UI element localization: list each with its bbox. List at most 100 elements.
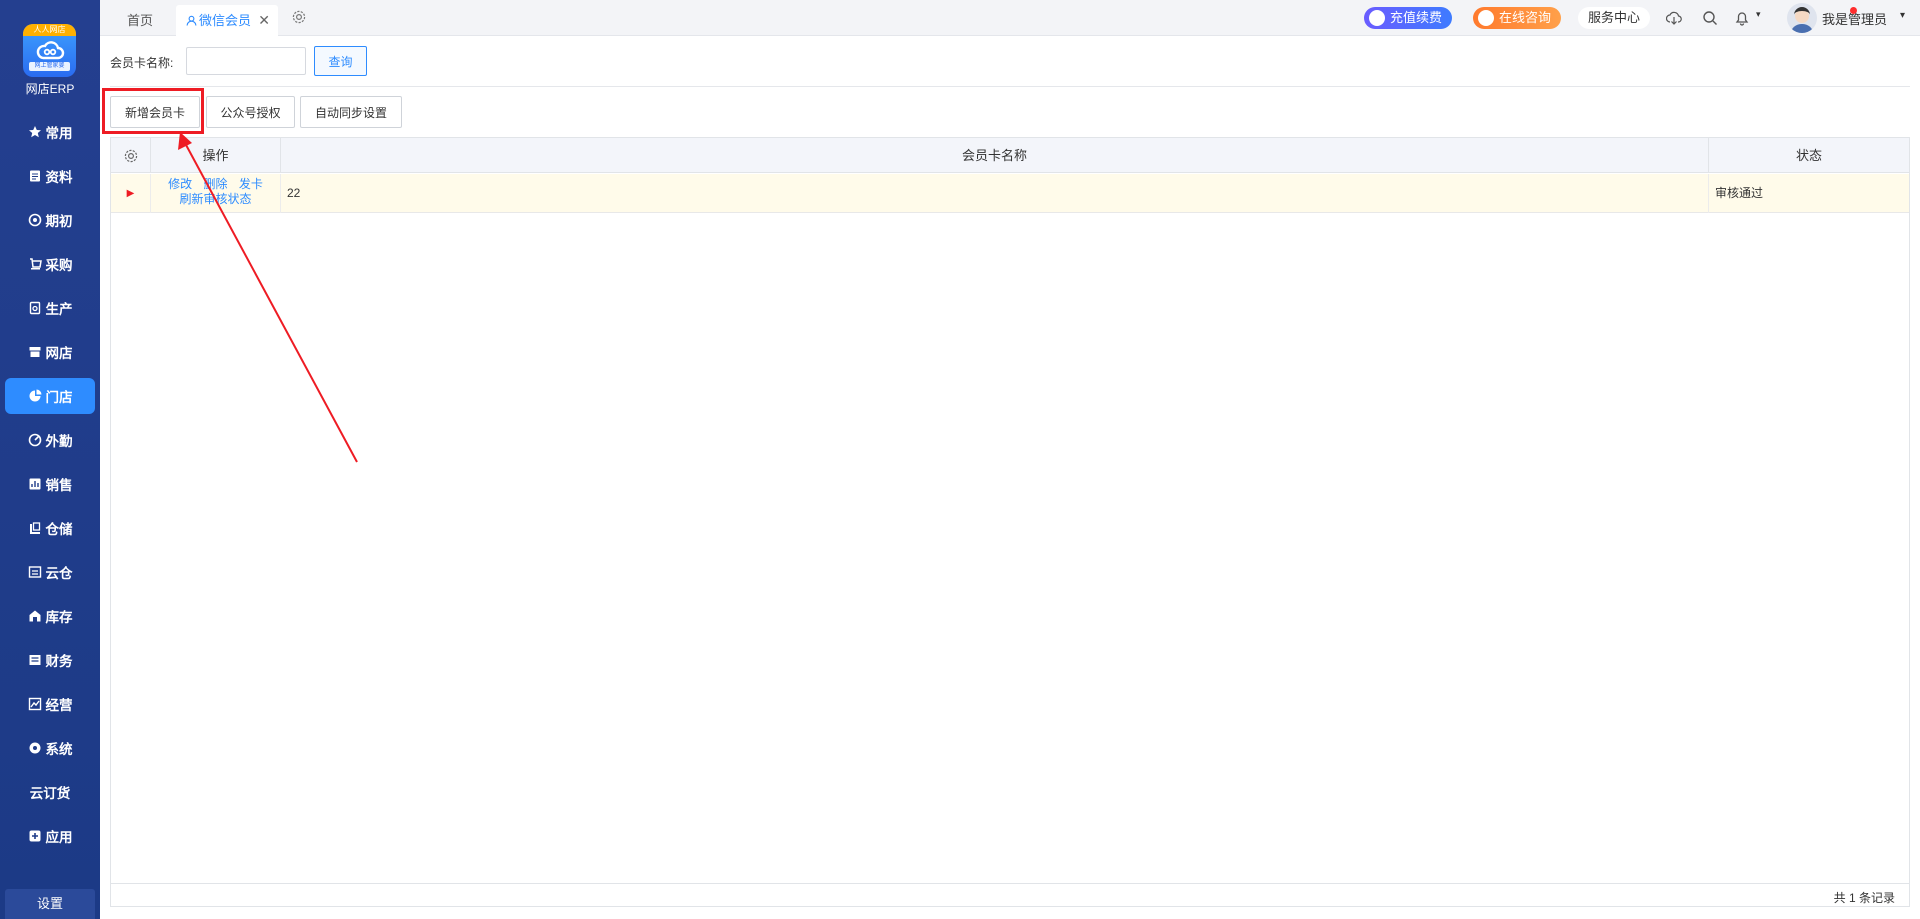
column-settings-cell[interactable] — [111, 138, 151, 173]
sidebar-item-5[interactable]: 网店 — [5, 334, 95, 370]
recharge-label: 充值续费 — [1390, 10, 1443, 25]
sidebar-item-15[interactable]: 云订货 — [5, 774, 95, 810]
sidebar-item-label: 库存 — [45, 610, 73, 625]
refresh-review-status-link[interactable]: 刷新审核状态 — [179, 192, 251, 206]
service-center-button[interactable]: 服务中心 — [1578, 7, 1650, 29]
money-bag-icon — [1369, 10, 1385, 26]
total-records: 共 1 条记录 — [1833, 891, 1895, 905]
sidebar-item-7[interactable]: 外勤 — [5, 422, 95, 458]
sales-chart-icon — [29, 478, 40, 490]
admin-caret-icon[interactable]: ▾ — [1900, 10, 1905, 21]
operation-icon — [28, 697, 41, 711]
document-icon — [29, 170, 40, 182]
sidebar-item-4[interactable]: 生产 — [5, 290, 95, 326]
query-button[interactable]: 查询 — [314, 46, 367, 76]
cloud-logo-icon — [36, 41, 65, 60]
recharge-button[interactable]: 充值续费 — [1364, 7, 1453, 29]
sidebar-item-label: 财务 — [45, 654, 73, 669]
auto-sync-settings-button[interactable]: 自动同步设置 — [300, 96, 402, 128]
status-cell: 审核通过 — [1715, 186, 1764, 200]
tab-home[interactable]: 首页 — [127, 5, 153, 36]
system-gear-icon — [29, 742, 40, 754]
table-row[interactable]: ▶ 修改 删除 发卡 刷新审核状态 22 审核通过 — [111, 174, 1909, 213]
production-icon — [29, 301, 40, 315]
sidebar-item-label: 采购 — [45, 258, 73, 273]
sidebar-item-1[interactable]: 资料 — [5, 158, 95, 194]
official-account-auth-button[interactable]: 公众号授权 — [206, 96, 295, 128]
sidebar-item-label: 期初 — [45, 214, 73, 229]
app-name: 网店ERP — [25, 82, 75, 96]
logo-sub-text: 网上管家婆 — [29, 62, 70, 71]
search-icon[interactable] — [1702, 10, 1718, 26]
cloud-warehouse-icon — [28, 566, 41, 578]
column-header-status[interactable]: 状态 — [1709, 138, 1909, 173]
sidebar-item-8[interactable]: 销售 — [5, 466, 95, 502]
settings-button[interactable]: 设置 — [5, 889, 95, 919]
inventory-icon — [29, 610, 40, 622]
issue-card-link[interactable]: 发卡 — [239, 177, 263, 191]
top-bar: 首页 微信会员 ✕ 充值续费 在线咨询 服务中心 ▾ 我是管理员 ▾ — [100, 0, 1920, 36]
table-header: 操作 会员卡名称 状态 — [111, 138, 1909, 173]
sidebar-item-label: 仓储 — [45, 522, 73, 537]
chat-bubble-icon — [1478, 10, 1494, 26]
cloud-download-icon[interactable] — [1666, 10, 1682, 26]
sidebar: 人人网店 网上管家婆 网店ERP 常用资料期初采购生产网店门店外勤销售仓储云仓库… — [0, 0, 100, 919]
member-card-name-input[interactable] — [186, 47, 306, 75]
sidebar-item-2[interactable]: 期初 — [5, 202, 95, 238]
pie-icon — [29, 389, 41, 402]
close-tab-icon[interactable]: ✕ — [258, 5, 270, 36]
tab-wechat-member-label: 微信会员 — [199, 13, 252, 28]
sidebar-item-label: 生产 — [45, 302, 73, 317]
star-icon — [28, 126, 41, 138]
sidebar-item-label: 网店 — [45, 346, 73, 361]
tab-wechat-member[interactable]: 微信会员 ✕ — [176, 5, 278, 36]
sidebar-item-11[interactable]: 库存 — [5, 598, 95, 634]
sidebar-item-16[interactable]: 应用 — [5, 818, 95, 854]
sidebar-item-label: 应用 — [45, 830, 73, 845]
sidebar-item-label: 经营 — [45, 698, 73, 713]
sidebar-item-3[interactable]: 采购 — [5, 246, 95, 282]
purchase-icon — [29, 258, 42, 270]
plus-app-icon — [29, 830, 40, 842]
member-card-table: 操作 会员卡名称 状态 ▶ 修改 删除 发卡 刷新审核状态 22 审核通过 共 … — [110, 137, 1910, 907]
sidebar-item-0[interactable]: 常用 — [5, 114, 95, 150]
member-card-name-label: 会员卡名称: — [110, 56, 174, 70]
admin-name[interactable]: 我是管理员 — [1822, 9, 1887, 28]
column-header-actions: 操作 — [151, 138, 281, 173]
target-icon — [28, 213, 41, 227]
sidebar-item-10[interactable]: 云仓 — [5, 554, 95, 590]
user-icon — [186, 15, 197, 26]
sidebar-item-12[interactable]: 财务 — [5, 642, 95, 678]
sidebar-item-label: 常用 — [45, 126, 73, 141]
annotation-highlight-box — [102, 88, 204, 134]
consult-label: 在线咨询 — [1499, 10, 1552, 25]
sidebar-item-label: 资料 — [45, 170, 73, 185]
row-actions: 修改 删除 发卡 刷新审核状态 — [151, 174, 281, 213]
app-logo[interactable]: 人人网店 网上管家婆 — [23, 24, 76, 77]
sidebar-item-label: 云仓 — [45, 566, 73, 581]
avatar[interactable] — [1787, 3, 1817, 33]
sidebar-item-13[interactable]: 经营 — [5, 686, 95, 722]
column-settings-gear-icon[interactable] — [123, 148, 139, 164]
column-header-card-name[interactable]: 会员卡名称 — [281, 138, 1709, 173]
sidebar-item-label: 销售 — [45, 478, 73, 493]
card-name-cell: 22 — [281, 174, 1709, 213]
online-consult-button[interactable]: 在线咨询 — [1473, 7, 1562, 29]
bell-caret[interactable]: ▾ — [1756, 9, 1761, 20]
fieldwork-icon — [28, 433, 41, 447]
sidebar-item-label: 系统 — [45, 742, 73, 757]
sidebar-item-label: 外勤 — [45, 434, 73, 449]
logo-top-text: 人人网店 — [23, 24, 76, 36]
edit-link[interactable]: 修改 — [168, 177, 192, 191]
sidebar-item-9[interactable]: 仓储 — [5, 510, 95, 546]
table-footer: 共 1 条记录 — [111, 883, 1909, 907]
tab-settings-gear-icon[interactable] — [291, 9, 307, 25]
warehouse-icon — [29, 522, 40, 534]
divider — [110, 86, 1910, 87]
bell-icon[interactable] — [1734, 10, 1750, 26]
sidebar-item-6[interactable]: 门店 — [5, 378, 95, 414]
sidebar-item-14[interactable]: 系统 — [5, 730, 95, 766]
row-marker: ▶ — [111, 174, 151, 213]
delete-link[interactable]: 删除 — [203, 177, 227, 191]
sidebar-item-label: 门店 — [45, 390, 73, 405]
